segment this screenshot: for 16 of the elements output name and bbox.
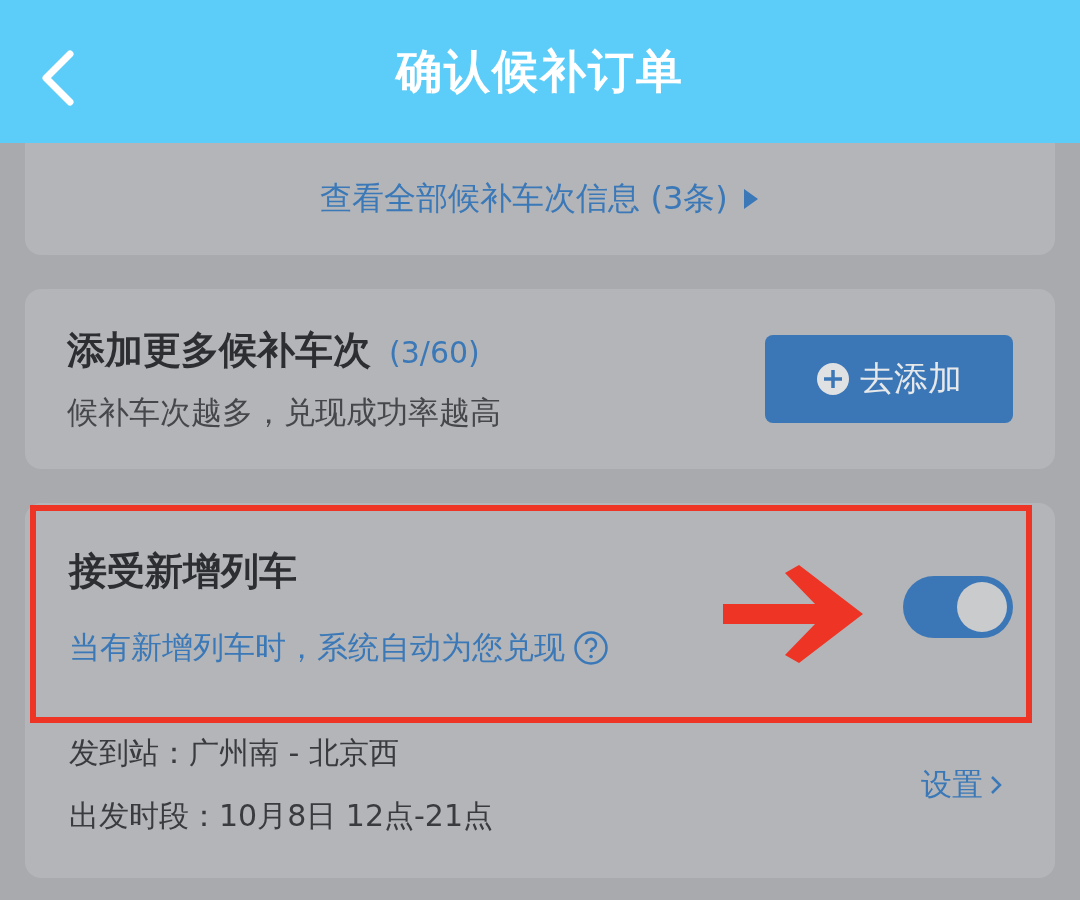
- help-icon[interactable]: [573, 629, 609, 666]
- section-title: 添加更多候补车次: [67, 326, 371, 374]
- settings-link[interactable]: 设置: [921, 764, 1003, 806]
- page-title: 确认候补订单: [396, 42, 684, 100]
- detail-text: 出发时段：10月8日 12点-21点: [69, 797, 493, 835]
- arrow-icon: [723, 565, 863, 663]
- train-count: (3/60): [389, 334, 480, 370]
- add-button[interactable]: 去添加: [765, 335, 1013, 423]
- chevron-icon: [989, 774, 1003, 796]
- section-title: 接受新增列车: [69, 547, 298, 595]
- detail-text: 发到站：广州南 - 北京西: [69, 734, 400, 772]
- hint-text: 候补车次越多，兑现成功率越高: [67, 392, 501, 432]
- plus-icon: [816, 362, 850, 396]
- triangle-icon: [741, 187, 760, 211]
- description-text: 当有新增列车时，系统自动为您兑现: [69, 627, 565, 667]
- view-all-trains-link[interactable]: 查看全部候补车次信息 (3条): [320, 177, 728, 221]
